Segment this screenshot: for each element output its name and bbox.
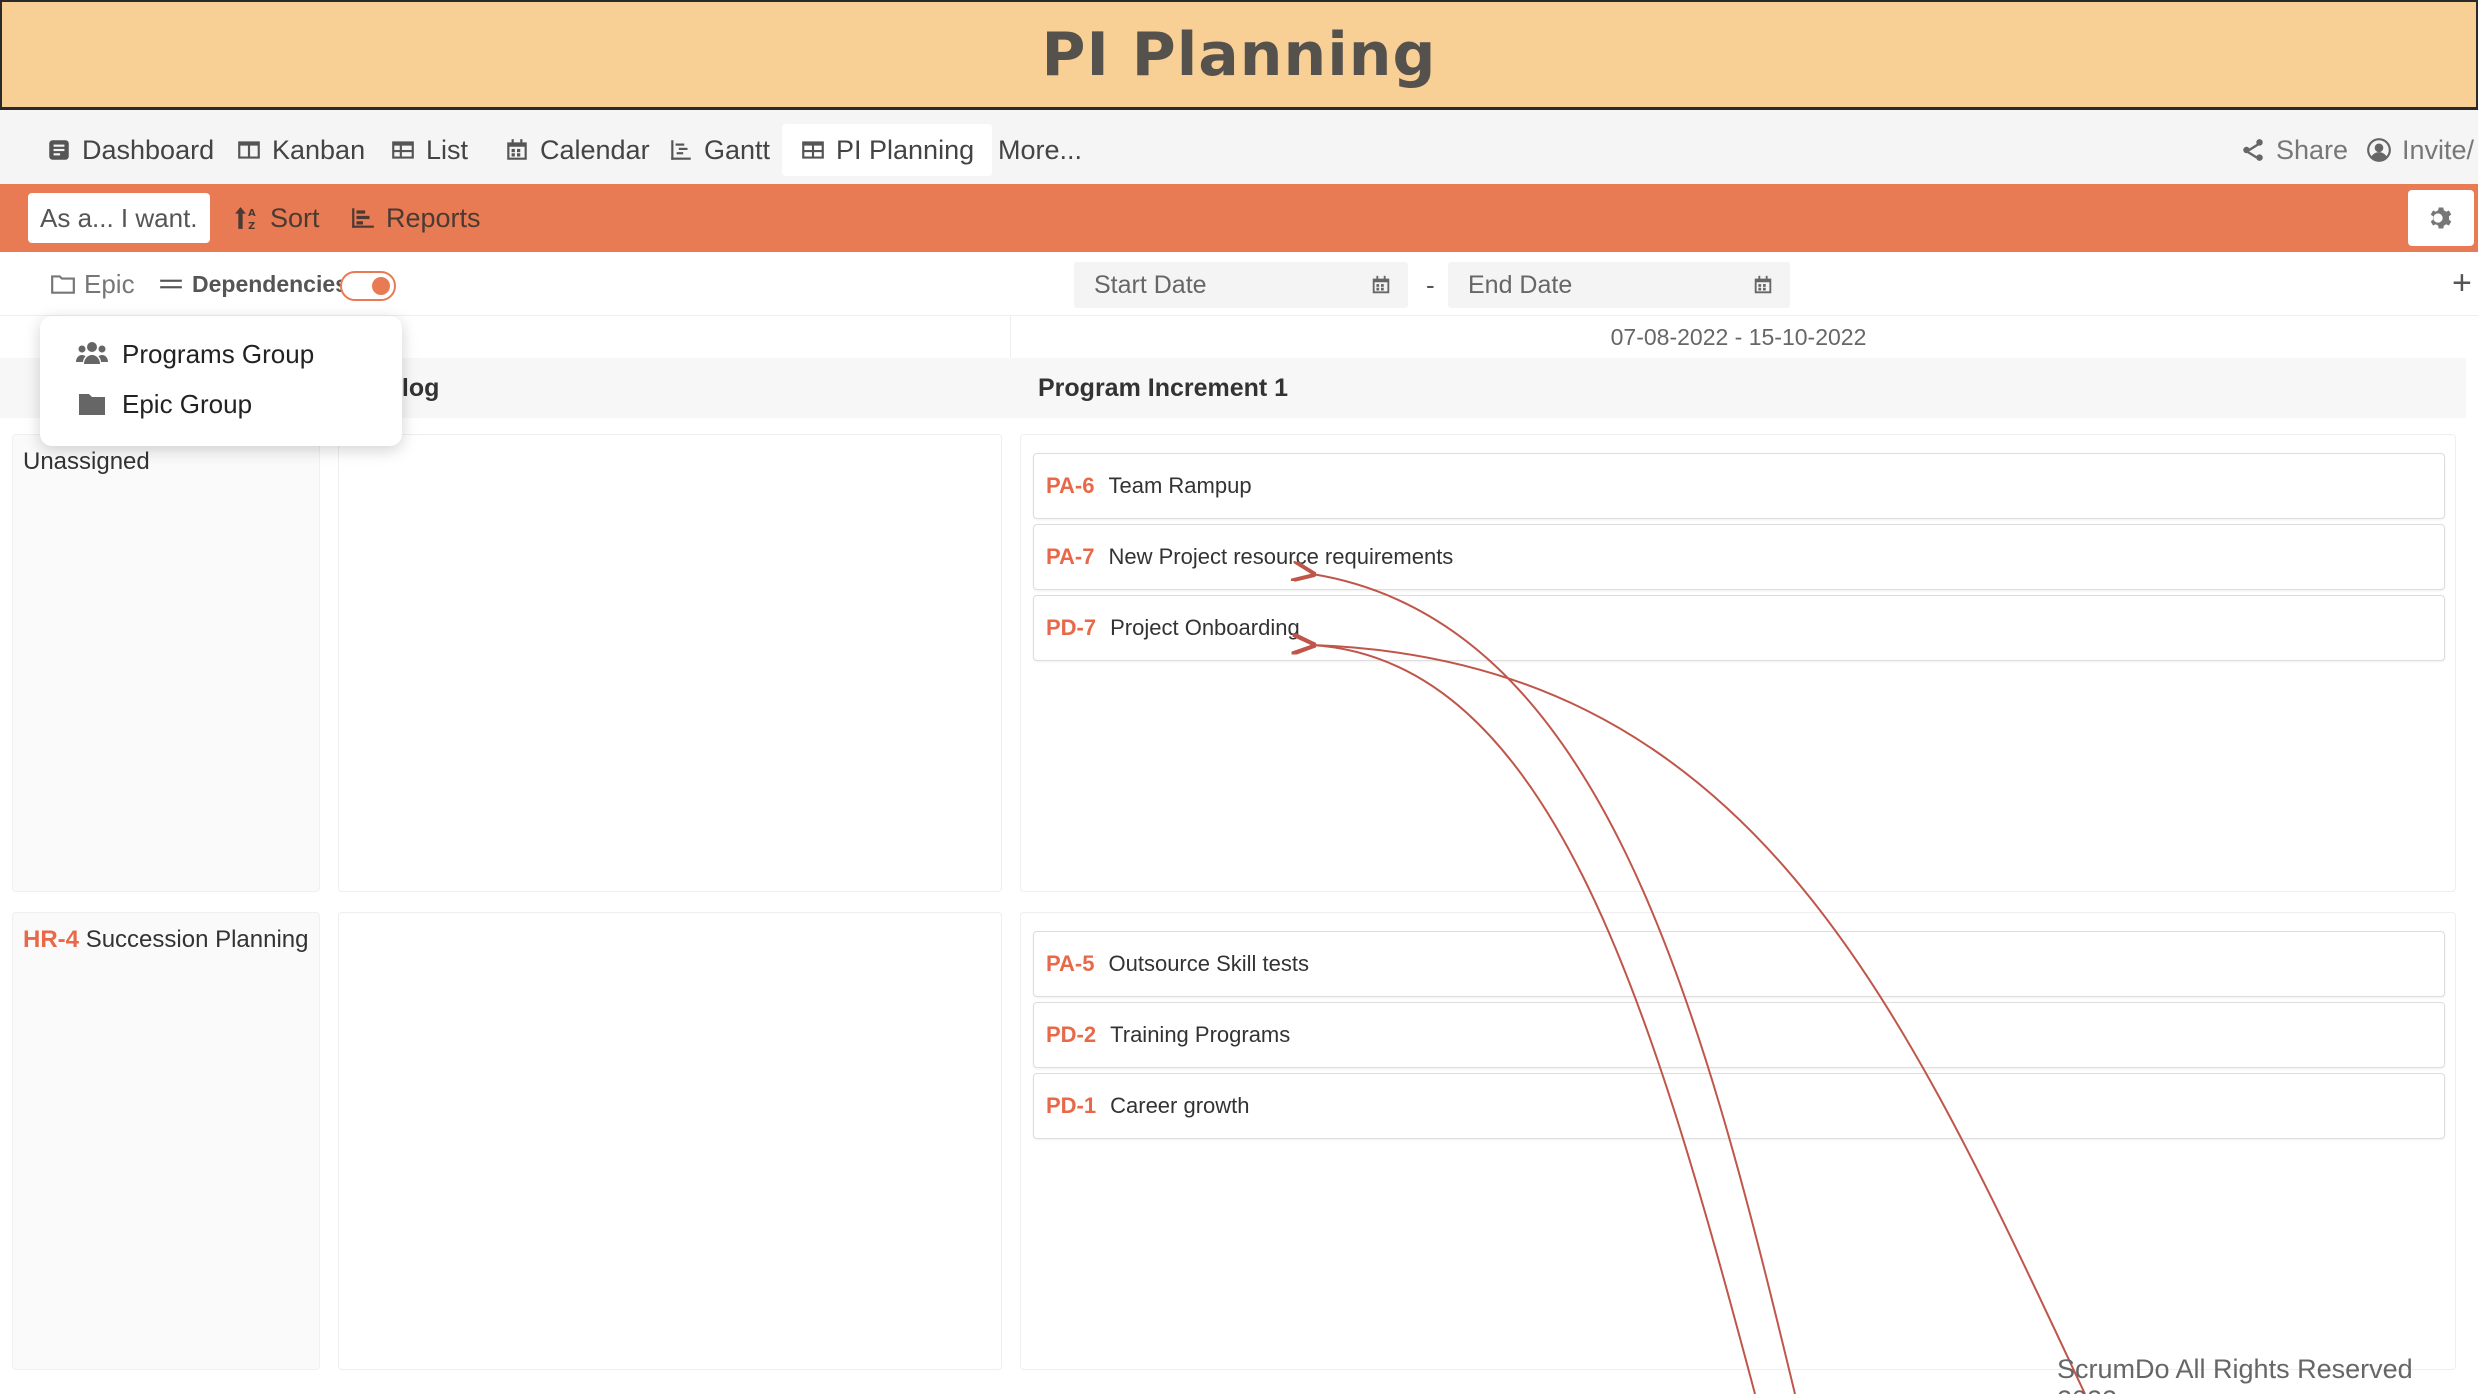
- dropdown-item-label: Epic Group: [122, 388, 253, 419]
- share-button[interactable]: Share: [2240, 124, 2348, 176]
- title-banner: PI Planning: [0, 0, 2478, 110]
- pi-cell[interactable]: PA-5 Outsource Skill tests PD-2 Training…: [1020, 912, 2456, 1370]
- tab-list-label: List: [426, 134, 469, 165]
- users-icon: [76, 342, 108, 364]
- dropdown-item-label: Programs Group: [122, 338, 315, 369]
- increment-date-range: 07-08-2022 - 15-10-2022: [1010, 316, 2466, 358]
- chart-icon: [352, 208, 374, 228]
- row-label-text: Unassigned: [23, 448, 150, 475]
- list-icon: [392, 141, 414, 159]
- nav-bar: Dashboard Kanban List Calendar Gantt PI …: [0, 110, 2478, 184]
- epic-filter-button[interactable]: Epic: [50, 266, 135, 302]
- tab-gantt[interactable]: Gantt: [650, 124, 788, 176]
- story-key: PA-6: [1046, 473, 1095, 498]
- sort-label: Sort: [270, 202, 320, 233]
- kanban-icon: [238, 141, 260, 159]
- user-circle-icon: [2367, 138, 2391, 162]
- story-card[interactable]: PA-5 Outsource Skill tests: [1033, 931, 2445, 997]
- group-dropdown: Programs Group Epic Group: [40, 316, 402, 446]
- tab-more-label: More...: [998, 134, 1083, 165]
- calendar-icon: [1754, 275, 1772, 294]
- tab-kanban-label: Kanban: [272, 134, 366, 165]
- story-key: PD-1: [1046, 1093, 1097, 1118]
- calendar-icon: [507, 139, 527, 160]
- story-key: PA-7: [1046, 544, 1095, 569]
- date-separator: -: [1426, 270, 1435, 300]
- story-card[interactable]: PD-1 Career growth: [1033, 1073, 2445, 1139]
- folder-icon: [79, 394, 105, 415]
- tab-more[interactable]: More...: [980, 124, 1100, 176]
- end-date-placeholder: End Date: [1468, 270, 1573, 299]
- start-date-placeholder: Start Date: [1094, 270, 1207, 299]
- story-key: PD-2: [1046, 1022, 1097, 1047]
- invite-label: Invite/: [2402, 134, 2475, 165]
- tab-list[interactable]: List: [372, 124, 486, 176]
- calendar-icon: [1372, 275, 1390, 294]
- tab-calendar[interactable]: Calendar: [486, 124, 668, 176]
- share-icon: [2243, 139, 2263, 161]
- tab-gantt-label: Gantt: [704, 134, 771, 165]
- dropdown-item-programs-group[interactable]: Programs Group: [76, 334, 314, 374]
- tab-dashboard-label: Dashboard: [82, 134, 215, 165]
- story-title: New Project resource requirements: [1108, 544, 1454, 569]
- story-card[interactable]: PD-7 Project Onboarding: [1033, 595, 2445, 661]
- story-title: Team Rampup: [1108, 473, 1252, 498]
- toggle-knob: [372, 277, 390, 295]
- tab-dashboard[interactable]: Dashboard: [28, 124, 232, 176]
- story-key: PA-5: [1046, 951, 1095, 976]
- tab-calendar-label: Calendar: [540, 134, 650, 165]
- toolbar: AZ Sort Reports: [0, 184, 2478, 252]
- dropdown-item-epic-group[interactable]: Epic Group: [76, 384, 252, 424]
- svg-text:Z: Z: [248, 221, 255, 231]
- share-label: Share: [2276, 134, 2349, 165]
- svg-text:A: A: [248, 208, 256, 219]
- end-date-field[interactable]: End Date: [1448, 262, 1790, 308]
- reports-button[interactable]: Reports: [350, 193, 481, 243]
- start-date-field[interactable]: Start Date: [1074, 262, 1408, 308]
- search-input[interactable]: [28, 193, 210, 243]
- story-card[interactable]: PA-7 New Project resource requirements: [1033, 524, 2445, 590]
- story-card[interactable]: PA-6 Team Rampup: [1033, 453, 2445, 519]
- tab-pi-planning[interactable]: PI Planning: [782, 124, 993, 176]
- story-title: Outsource Skill tests: [1108, 951, 1310, 976]
- settings-button[interactable]: [2408, 190, 2474, 246]
- tab-pi-planning-label: PI Planning: [836, 134, 975, 165]
- page-title: PI Planning: [1041, 19, 1437, 90]
- sort-button[interactable]: AZ Sort: [234, 193, 320, 243]
- reports-label: Reports: [386, 202, 481, 233]
- dependencies-toggle[interactable]: [340, 271, 396, 301]
- story-card[interactable]: PD-2 Training Programs: [1033, 1002, 2445, 1068]
- story-key: PD-7: [1046, 615, 1097, 640]
- dashboard-icon: [49, 140, 69, 160]
- epic-key: HR-4: [23, 926, 80, 953]
- tab-kanban[interactable]: Kanban: [218, 124, 383, 176]
- equals-icon: [160, 279, 182, 289]
- story-title: Project Onboarding: [1110, 615, 1300, 640]
- sort-icon: AZ: [235, 207, 256, 231]
- footer-copyright: ScrumDo All Rights Reserved 2022: [2057, 1354, 2413, 1394]
- dependencies-label: Dependencies: [192, 270, 348, 297]
- dependencies-filter: Dependencies: [158, 266, 348, 302]
- table-icon: [802, 141, 824, 159]
- invite-button[interactable]: Invite/: [2366, 124, 2474, 176]
- backlog-cell[interactable]: [338, 434, 1002, 892]
- row-label-unassigned: Unassigned: [12, 434, 320, 892]
- story-title: Career growth: [1110, 1093, 1250, 1118]
- row-label-text: Succession Planning: [85, 926, 309, 953]
- epic-filter-label: Epic: [84, 268, 135, 299]
- folder-outline-icon: [51, 275, 75, 294]
- add-increment-button[interactable]: +: [2452, 264, 2472, 303]
- story-title: Training Programs: [1110, 1022, 1291, 1047]
- row-label-epic: HR-4 Succession Planning: [12, 912, 320, 1370]
- filter-row: Epic Dependencies Start Date - End Date …: [0, 252, 2478, 316]
- pi-cell[interactable]: PA-6 Team Rampup PA-7 New Project resour…: [1020, 434, 2456, 892]
- backlog-cell[interactable]: [338, 912, 1002, 1370]
- gantt-icon: [671, 140, 691, 160]
- gear-icon: [2430, 207, 2452, 229]
- pi-header: Program Increment 1: [1038, 374, 1289, 402]
